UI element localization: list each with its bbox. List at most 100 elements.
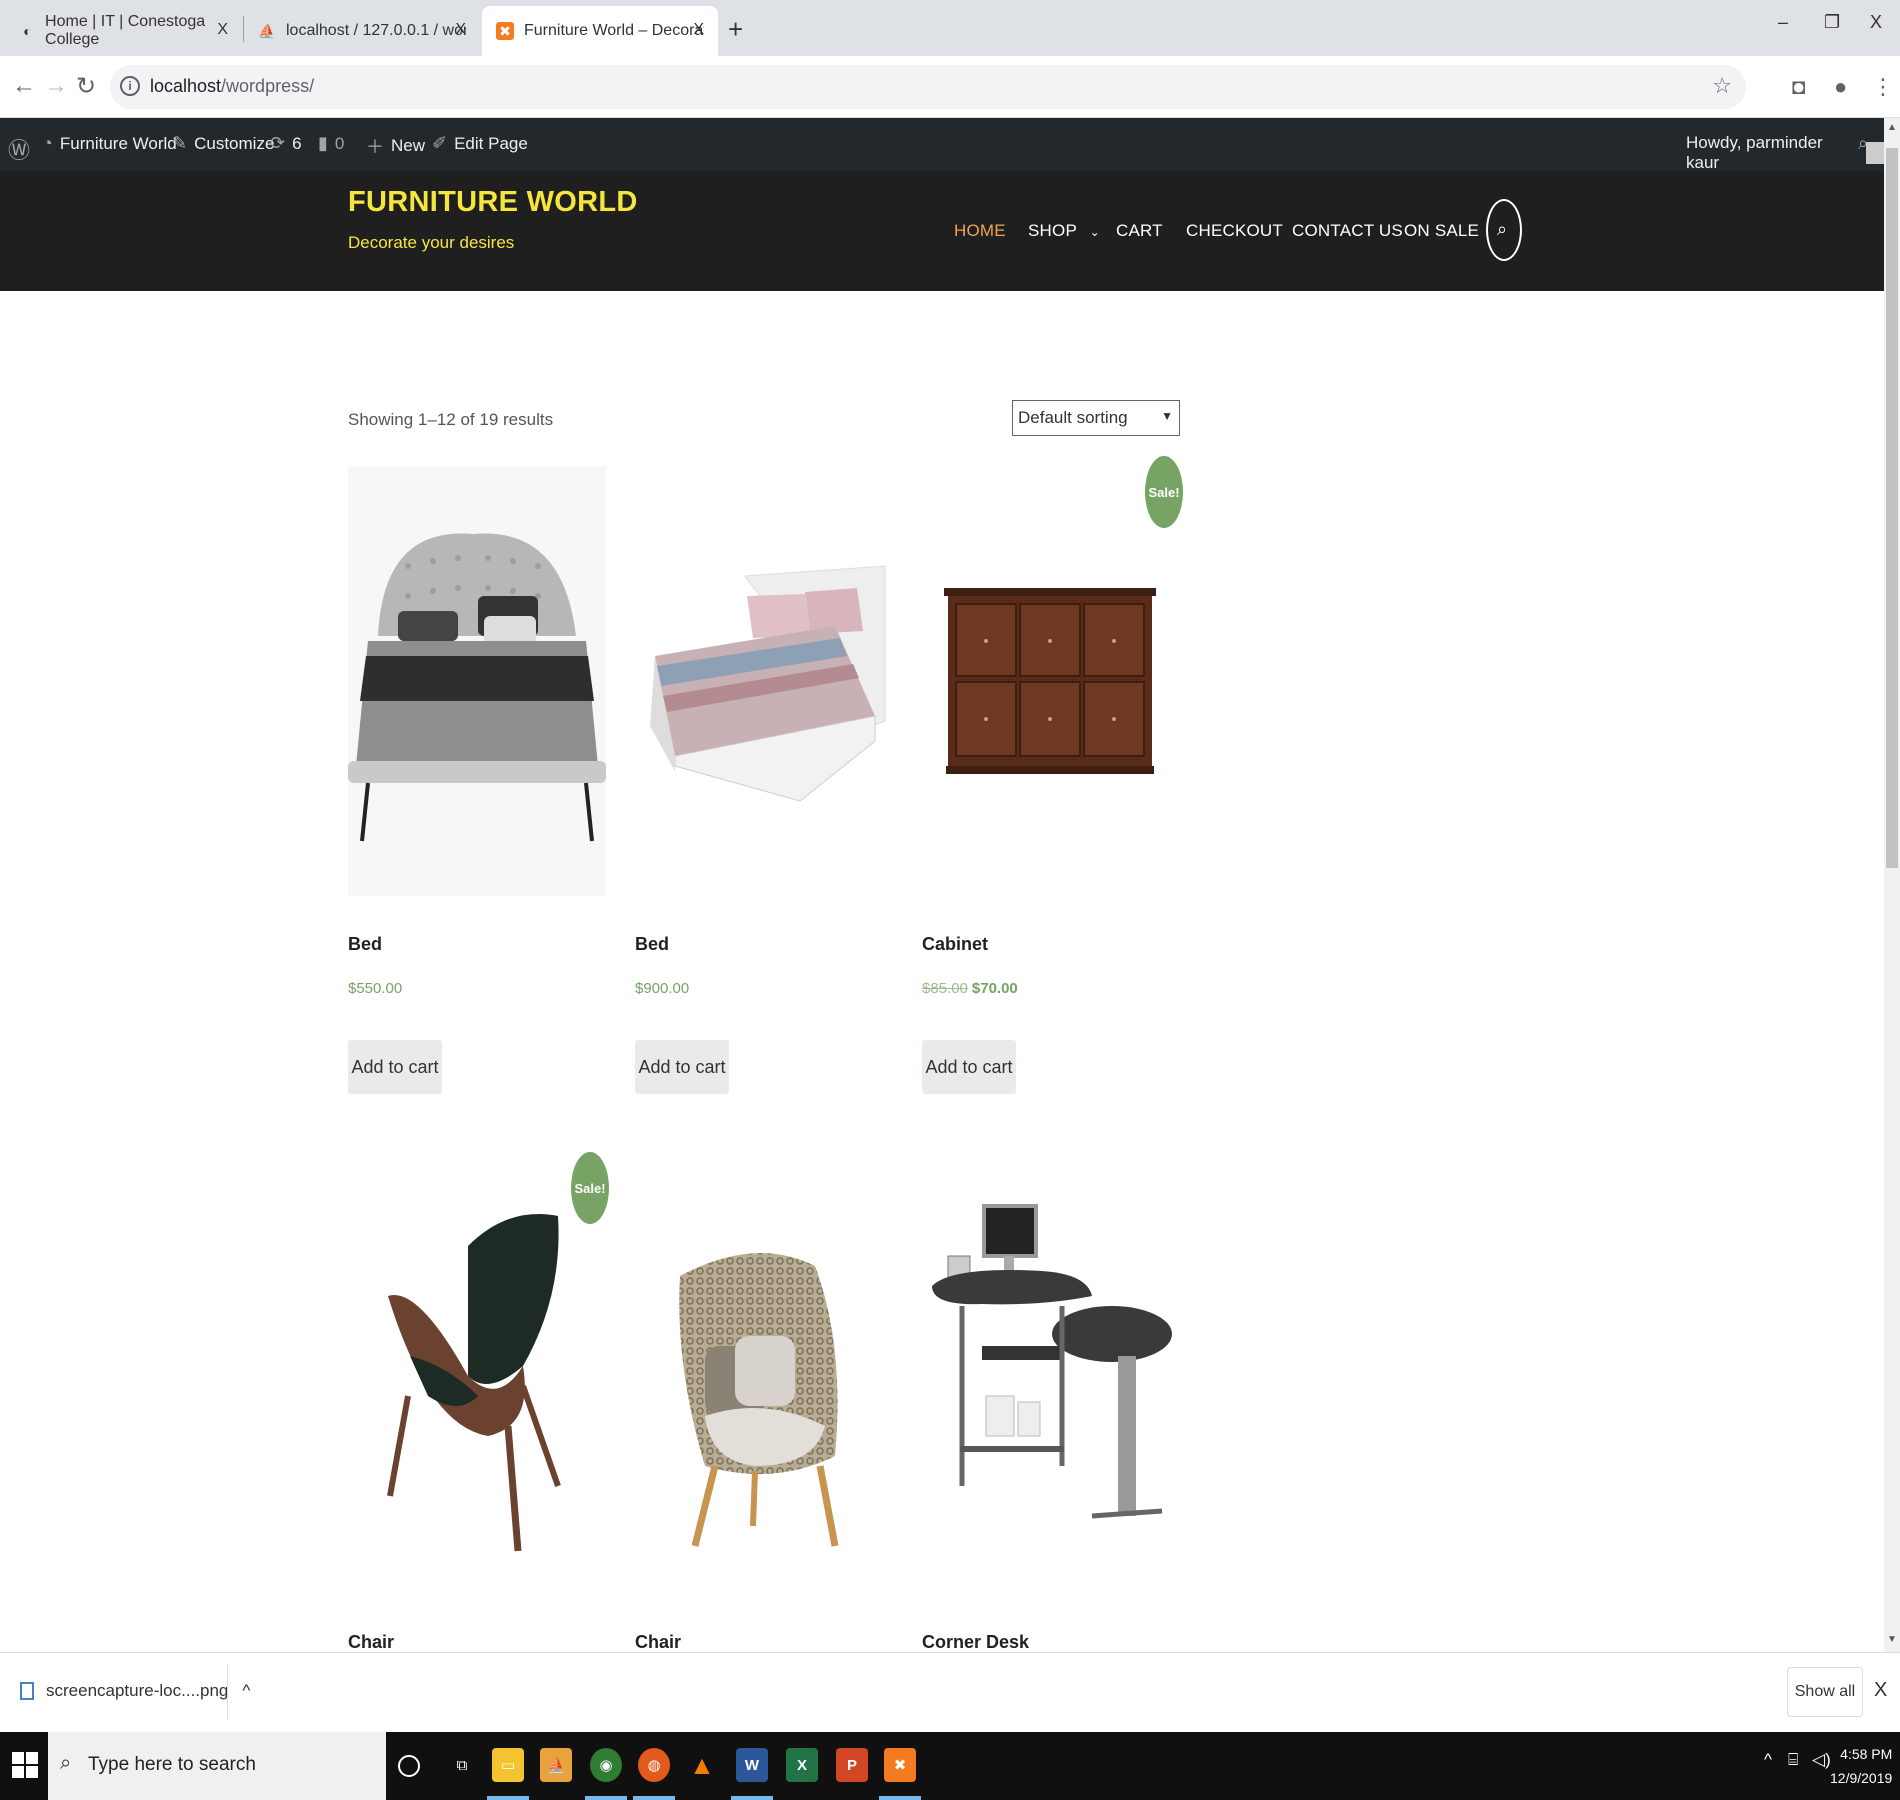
windows-start-icon[interactable] <box>12 1752 38 1778</box>
close-tab-icon[interactable]: X <box>455 21 466 39</box>
add-to-cart-button[interactable]: Add to cart <box>922 1040 1016 1094</box>
show-all-button[interactable]: Show all <box>1787 1667 1863 1717</box>
camera-extension-icon[interactable]: ◘ <box>1792 74 1805 100</box>
menu-dots-icon[interactable]: ⋮ <box>1872 74 1894 100</box>
excel-icon[interactable]: X <box>786 1748 818 1782</box>
omnibox[interactable]: i localhost/wordpress/ ☆ <box>110 65 1746 109</box>
page-scrollbar[interactable]: ▲ ▼ <box>1884 118 1900 1652</box>
address-toolbar: ← → ↻ i localhost/wordpress/ ☆ ◘ ● ⋮ <box>0 56 1900 118</box>
tab-phpmyadmin[interactable]: ⛵ localhost / 127.0.0.1 / wordpress X <box>244 6 480 56</box>
add-to-cart-button[interactable]: Add to cart <box>635 1040 729 1094</box>
tab-title: Furniture World – Decorate your <box>524 22 704 39</box>
scroll-down-arrow-icon[interactable]: ▼ <box>1887 1634 1897 1645</box>
back-arrow-icon[interactable]: ← <box>12 72 36 100</box>
sale-badge: Sale! <box>1145 456 1183 528</box>
tab-furniture-world[interactable]: ✖ Furniture World – Decorate your X <box>482 6 718 56</box>
downloads-bar: screencapture-loc....png ^ Show all X <box>0 1652 1900 1732</box>
url-text[interactable]: localhost/wordpress/ <box>150 76 314 97</box>
admin-search-icon[interactable]: ⌕ <box>1858 133 1875 154</box>
globe-icon: ◐ <box>23 23 32 39</box>
show-hidden-icons[interactable]: ^ <box>1764 1750 1772 1770</box>
product-title[interactable]: Cabinet <box>922 934 988 955</box>
product-title[interactable]: Bed <box>348 934 382 955</box>
sale-badge: Sale! <box>571 1152 609 1224</box>
active-indicator <box>879 1796 921 1800</box>
site-title[interactable]: FURNITURE WORLD <box>348 186 638 219</box>
xampp-taskbar-icon[interactable]: ✖ <box>884 1748 916 1782</box>
admin-my-account[interactable]: Howdy, parminder kaur <box>1686 133 1884 173</box>
system-clock[interactable]: 4:58 PM 12/9/2019 <box>1830 1742 1892 1790</box>
admin-customize[interactable]: ✎ Customize <box>172 133 274 154</box>
active-indicator <box>731 1796 773 1800</box>
network-icon[interactable]: ⌸ <box>1788 1750 1798 1770</box>
nav-on-sale[interactable]: ON SALE <box>1404 221 1479 241</box>
result-count: Showing 1–12 of 19 results <box>348 410 554 429</box>
file-explorer-icon[interactable]: ▭ <box>492 1748 524 1782</box>
taskbar-search[interactable]: ⌕ Type here to search <box>48 1732 386 1800</box>
nav-contact-us[interactable]: CONTACT US <box>1292 221 1403 241</box>
product-image-bed[interactable] <box>635 466 893 896</box>
download-item[interactable]: screencapture-loc....png ^ <box>20 1681 250 1701</box>
admin-edit-page[interactable]: ✐ Edit Page <box>432 133 528 154</box>
wordpress-logo-icon[interactable]: Ⓦ <box>8 133 37 165</box>
firefox-icon[interactable]: ◍ <box>638 1748 670 1782</box>
nav-home[interactable]: HOME <box>954 221 1006 241</box>
admin-new[interactable]: ＋ New <box>366 133 425 159</box>
product-image-bed[interactable] <box>348 466 606 896</box>
chevron-up-icon[interactable]: ^ <box>242 1681 250 1701</box>
product-card: Chair <box>635 1166 893 1652</box>
profile-icon[interactable]: ● <box>1834 74 1847 100</box>
vlc-icon[interactable]: ▲ <box>686 1748 718 1782</box>
sorting-select[interactable]: Default sorting ▼ <box>1012 400 1180 436</box>
forward-arrow-icon[interactable]: → <box>44 72 68 100</box>
minimize-button[interactable]: – <box>1778 12 1788 33</box>
product-image-corner-desk[interactable] <box>922 1166 1180 1596</box>
close-window-button[interactable]: X <box>1870 12 1882 33</box>
file-icon <box>20 1682 34 1700</box>
bookmark-star-icon[interactable]: ☆ <box>1712 73 1732 99</box>
powerpoint-icon[interactable]: P <box>836 1748 868 1782</box>
product-price: $85.00 $70.00 <box>922 980 1018 997</box>
scroll-up-arrow-icon[interactable]: ▲ <box>1887 122 1897 133</box>
close-downloads-button[interactable]: X <box>1874 1679 1887 1702</box>
task-view-icon[interactable]: ⧉ <box>446 1748 478 1782</box>
nav-shop[interactable]: SHOP ⌄ <box>1028 221 1100 241</box>
phpmyadmin-taskbar-icon[interactable]: ⛵ <box>540 1748 572 1782</box>
admin-comments[interactable]: ▮ 0 <box>318 133 344 154</box>
chrome-icon[interactable]: ◉ <box>590 1748 622 1782</box>
close-tab-icon[interactable]: X <box>693 21 704 39</box>
product-card: Sale! Chair <box>348 1152 609 1653</box>
site-header: FURNITURE WORLD Decorate your desires HO… <box>0 171 1884 291</box>
product-image-cabinet[interactable] <box>922 466 1180 896</box>
header-search-button[interactable]: ⌕ <box>1486 199 1522 261</box>
plus-icon: ＋ <box>366 137 384 157</box>
product-title[interactable]: Corner Desk <box>922 1632 1029 1653</box>
add-to-cart-button[interactable]: Add to cart <box>348 1040 442 1094</box>
chair-image <box>387 1214 561 1552</box>
scroll-thumb[interactable] <box>1886 148 1898 868</box>
divider <box>227 1665 228 1719</box>
admin-updates[interactable]: ⟳ 6 <box>270 133 302 154</box>
reload-icon[interactable]: ↻ <box>76 72 96 101</box>
tab-conestoga[interactable]: ◐ Home | IT | Conestoga College X <box>6 6 242 56</box>
tab-title: localhost / 127.0.0.1 / wordpress <box>286 22 466 39</box>
restore-button[interactable]: ❐ <box>1824 12 1840 33</box>
nav-cart[interactable]: CART <box>1116 221 1163 241</box>
product-image-chair[interactable] <box>348 1166 606 1596</box>
product-card: Sale! Cabinet $85.00 $70.00 Add to cart <box>922 456 1183 1096</box>
nav-checkout[interactable]: CHECKOUT <box>1186 221 1283 241</box>
new-tab-button[interactable]: + <box>728 14 743 45</box>
info-icon[interactable]: i <box>120 76 140 96</box>
word-icon[interactable]: W <box>736 1748 768 1782</box>
wp-admin-bar: Ⓦ ◔ Furniture World ✎ Customize ⟳ 6 ▮ 0 … <box>0 118 1884 173</box>
close-tab-icon[interactable]: X <box>217 21 228 39</box>
tab-title: Home | IT | Conestoga College <box>45 13 206 48</box>
product-title[interactable]: Bed <box>635 934 669 955</box>
admin-site-name[interactable]: ◔ Furniture World <box>42 133 177 154</box>
product-image-chair[interactable] <box>635 1166 893 1596</box>
cortana-icon[interactable] <box>398 1755 420 1777</box>
product-title[interactable]: Chair <box>348 1632 394 1653</box>
product-title[interactable]: Chair <box>635 1632 681 1653</box>
volume-icon[interactable]: ◁) <box>1812 1750 1831 1770</box>
product-price: $550.00 <box>348 980 403 997</box>
